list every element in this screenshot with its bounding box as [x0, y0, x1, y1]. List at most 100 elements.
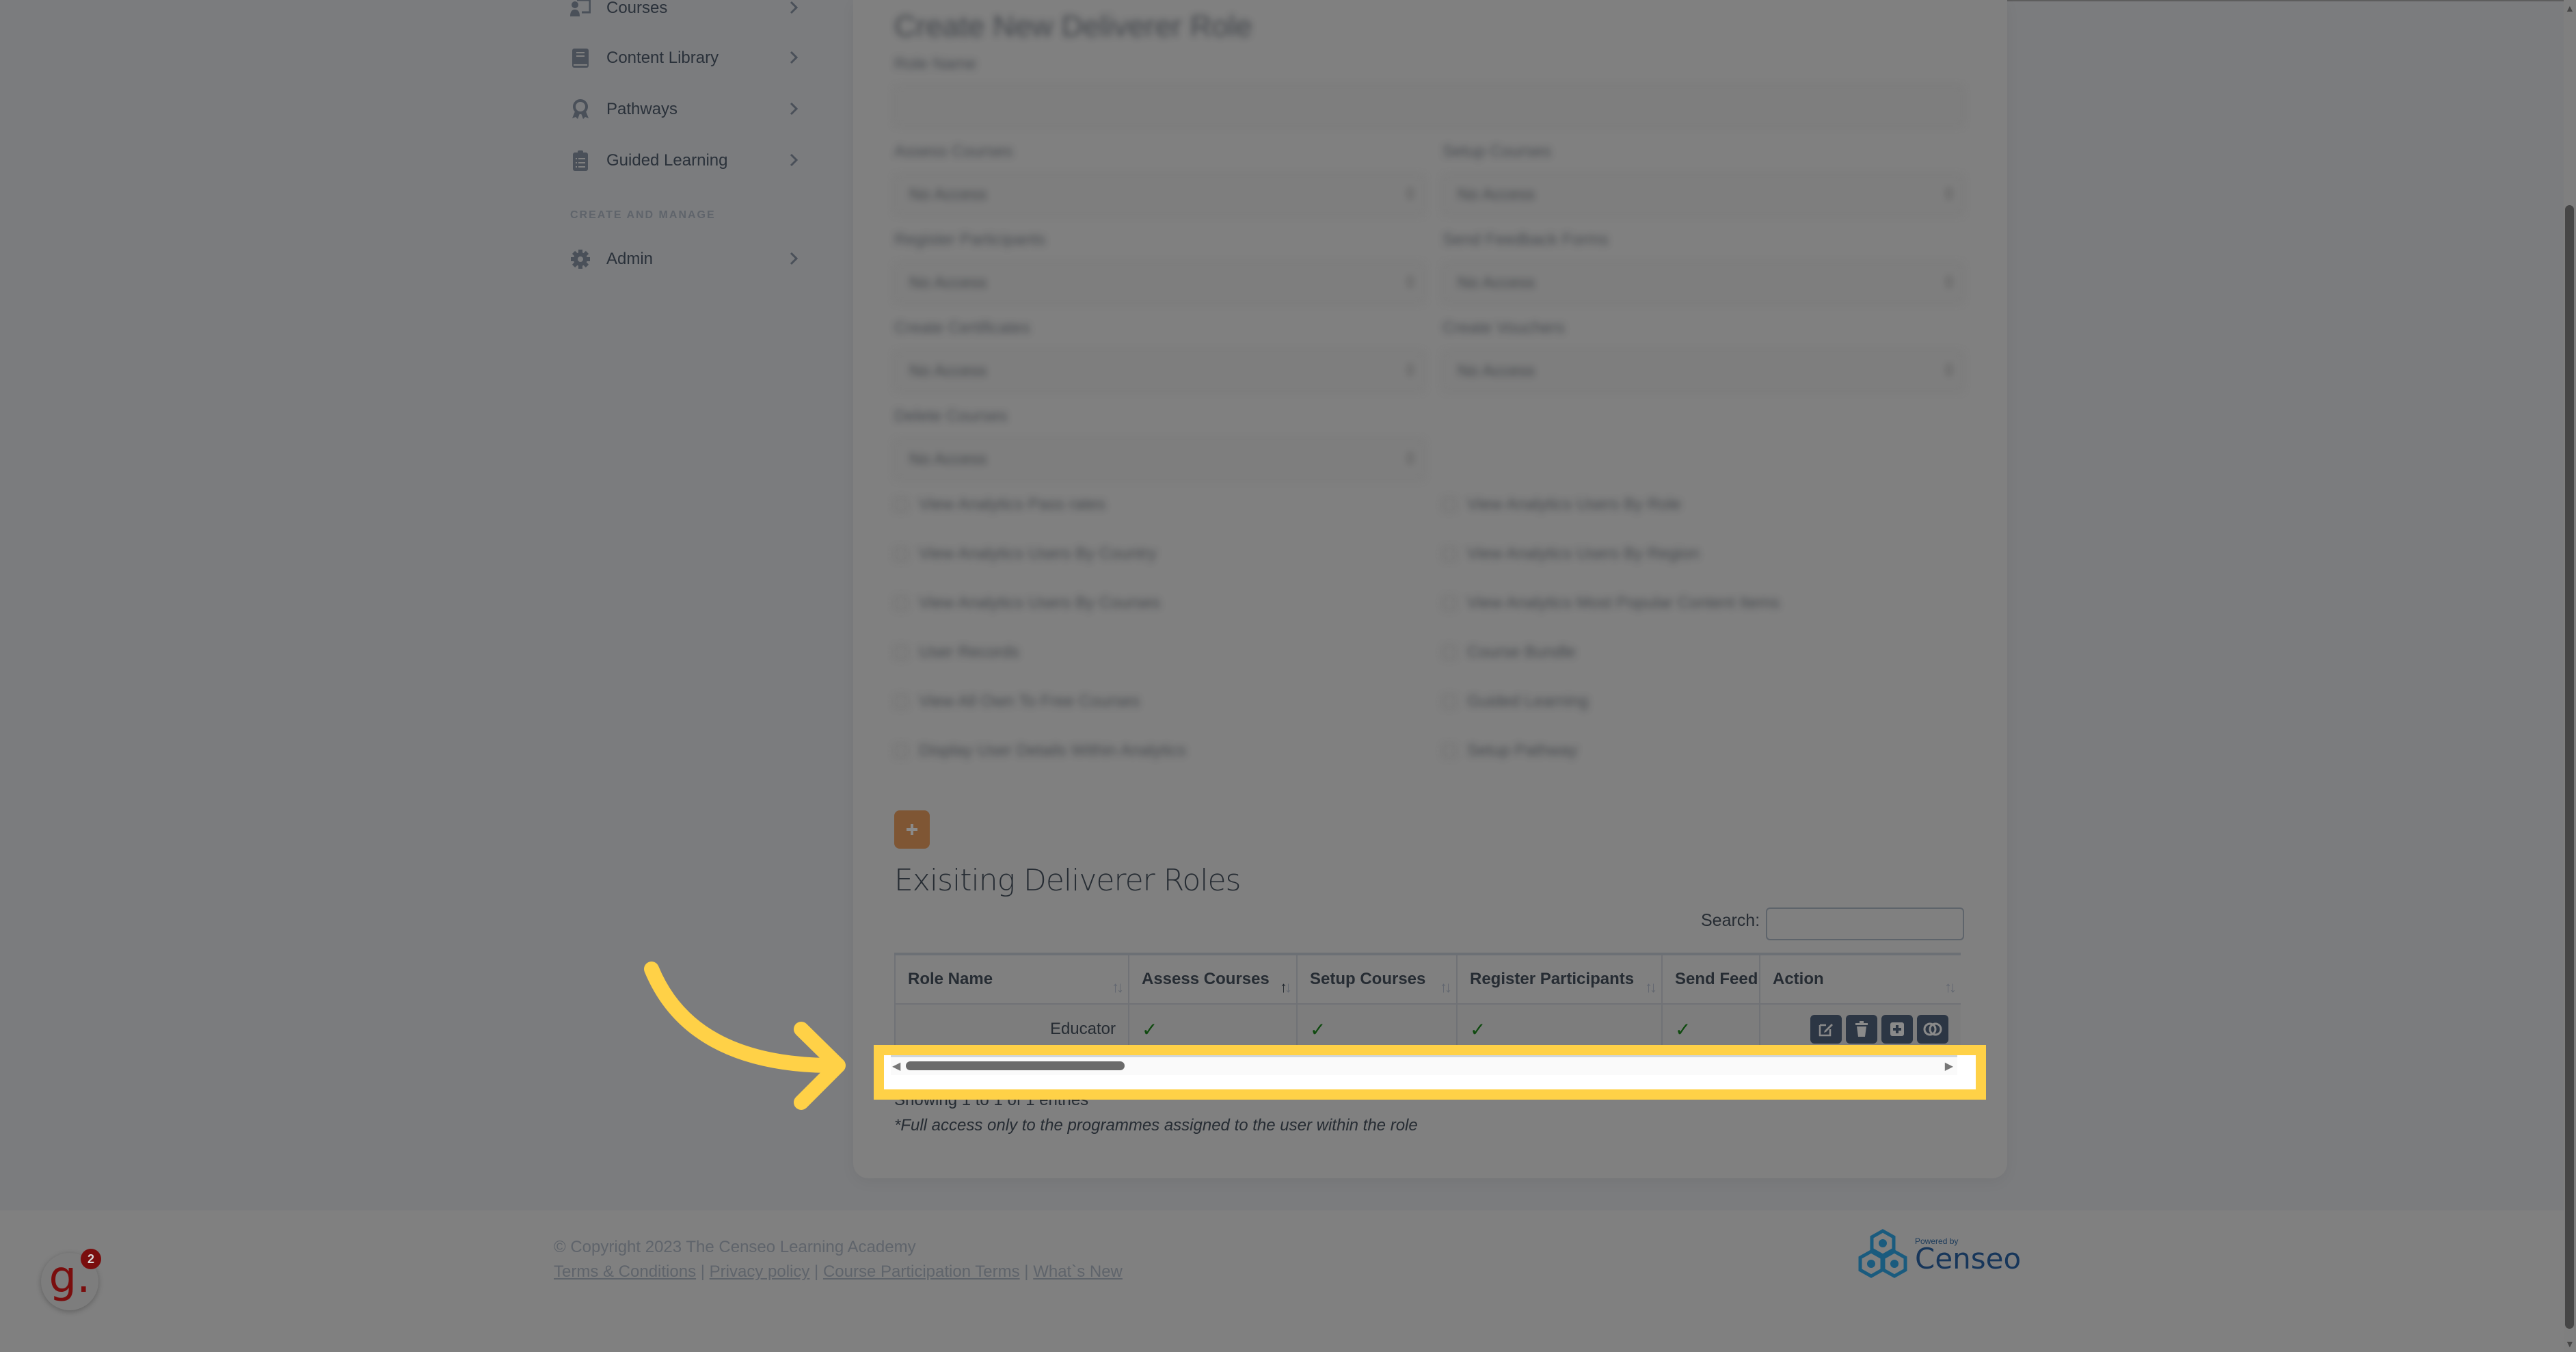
checkbox[interactable] [894, 744, 908, 758]
checkbox-item[interactable]: View All Own To Free Courses [894, 692, 1140, 711]
terms-link[interactable]: Terms & Conditions [554, 1262, 696, 1281]
page-vertical-scrollbar[interactable]: ▲ ▼ [2564, 0, 2576, 1352]
sidebar-item-label: Content Library [606, 49, 719, 67]
checkbox-item[interactable]: View Analytics Users By Role [1443, 495, 1681, 514]
scroll-down-arrow-icon[interactable]: ▼ [2565, 1338, 2575, 1349]
scroll-left-arrow-icon[interactable]: ◀ [892, 1059, 900, 1073]
annotation-arrow-icon [644, 962, 846, 1110]
delete-courses-select[interactable]: No Access ⇕ [894, 439, 1425, 480]
section-label-create-manage: CREATE AND MANAGE [570, 209, 716, 221]
plus-icon [907, 824, 917, 835]
checkbox-item[interactable]: View Analytics Users By Region [1443, 544, 1700, 564]
column-header-assess-courses[interactable]: Assess Courses ↑↓ [1128, 953, 1298, 1005]
help-widget-button[interactable]: g. 2 [41, 1249, 101, 1310]
checkbox[interactable] [894, 695, 908, 708]
toggle-role-button[interactable] [1917, 1015, 1948, 1044]
checkbox-item[interactable]: View Analytics Most Popular Content Item… [1443, 594, 1780, 613]
scrollbar-thumb[interactable] [2565, 205, 2574, 1329]
create-certificates-select[interactable]: No Access ⇕ [894, 351, 1425, 392]
sort-icon: ↑↓ [1944, 979, 1957, 996]
add-role-button[interactable] [894, 810, 930, 849]
column-header-action[interactable]: Action ↑↓ [1759, 953, 1961, 1005]
column-header-role-name[interactable]: Role Name ↑↓ [894, 953, 1129, 1005]
whats-new-link[interactable]: What`s New [1033, 1262, 1123, 1281]
sort-icon: ↑↓ [1645, 979, 1657, 996]
chevron-right-icon [790, 252, 799, 265]
table-horizontal-scrollbar[interactable]: ◀ ▶ [891, 1055, 1957, 1075]
column-header-register-participants[interactable]: Register Participants ↑↓ [1456, 953, 1663, 1005]
sidebar-item-admin[interactable]: Admin [569, 239, 812, 280]
checkbox[interactable] [894, 498, 908, 512]
checkbox[interactable] [1443, 744, 1456, 758]
checkbox-item[interactable]: View Analytics Users By Courses [894, 594, 1160, 613]
send-feedback-select[interactable]: No Access ⇕ [1443, 263, 1963, 304]
check-icon: ✓ [1310, 1018, 1326, 1040]
setup-courses-select[interactable]: No Access ⇕ [1443, 174, 1963, 215]
role-name-label: Role Name [894, 55, 977, 73]
plus-square-icon [1890, 1022, 1904, 1036]
checkbox-item[interactable]: User Records [894, 643, 1019, 662]
checkbox[interactable] [1443, 695, 1456, 708]
checkbox[interactable] [1443, 646, 1456, 659]
sidebar-item-content-library[interactable]: Content Library [569, 38, 812, 79]
edit-role-button[interactable] [1810, 1015, 1842, 1044]
role-name-input[interactable] [894, 85, 1963, 127]
chevron-right-icon [790, 1, 799, 14]
chalkboard-user-icon [569, 0, 591, 19]
select-arrow-icon: ⇕ [1404, 362, 1417, 379]
select-arrow-icon: ⇕ [1404, 450, 1417, 467]
select-arrow-icon: ⇕ [1942, 274, 1955, 291]
add-to-role-button[interactable] [1881, 1015, 1913, 1044]
checkbox-item[interactable]: View Analytics Pass rates [894, 495, 1105, 514]
check-icon: ✓ [1675, 1018, 1691, 1040]
edit-icon [1819, 1024, 1833, 1037]
sidebar-item-guided-learning[interactable]: Guided Learning [569, 140, 812, 181]
checkbox[interactable] [1443, 498, 1456, 512]
assess-courses-select[interactable]: No Access ⇕ [894, 174, 1425, 215]
column-header-send-feedback[interactable]: Send Feedl [1661, 953, 1760, 1005]
roles-table: Role Name ↑↓ Assess Courses ↑↓ Setup Cours… [894, 953, 1961, 1052]
checkbox-item[interactable]: Display User Details Within Analytics [894, 741, 1186, 760]
checkbox[interactable] [894, 596, 908, 610]
checkbox[interactable] [1443, 596, 1456, 610]
roles-table-wrapper: Role Name ↑↓ Assess Courses ↑↓ Setup Cours… [894, 953, 1961, 1052]
select-arrow-icon: ⇕ [1404, 185, 1417, 202]
chevron-right-icon [790, 51, 799, 64]
sort-icon: ↑↓ [1112, 979, 1124, 996]
sidebar-item-label: Courses [606, 0, 668, 17]
checkbox[interactable] [894, 646, 908, 659]
chevron-right-icon [790, 102, 799, 116]
register-participants-select[interactable]: No Access ⇕ [894, 263, 1425, 304]
select-label: Setup Courses [1443, 142, 1551, 161]
search-input[interactable] [1766, 907, 1964, 940]
select-label: Create Vouchers [1443, 319, 1565, 337]
gear-icon [569, 248, 591, 270]
footer-links: Terms & Conditions | Privacy policy | Co… [554, 1262, 1123, 1281]
checkbox-item[interactable]: Setup Pathway [1443, 741, 1577, 760]
toggle-icon [1923, 1022, 1942, 1036]
scroll-up-arrow-icon[interactable]: ▲ [2565, 3, 2575, 14]
checkbox-item[interactable]: View Analytics Users By Country [894, 544, 1157, 564]
sidebar-item-pathways[interactable]: Pathways [569, 89, 812, 130]
existing-roles-title: Exisiting Deliverer Roles [894, 863, 1241, 898]
main-card: Create New Deliverer Role Role Name Asse… [853, 0, 2007, 1178]
participation-terms-link[interactable]: Course Participation Terms [823, 1262, 1020, 1281]
checkbox-item[interactable]: Guided Learning [1443, 692, 1588, 711]
sidebar-item-label: Admin [606, 250, 654, 268]
checkbox[interactable] [894, 547, 908, 561]
column-header-setup-courses[interactable]: Setup Courses ↑↓ [1296, 953, 1458, 1005]
scrollbar-thumb[interactable] [906, 1061, 1125, 1070]
sidebar-item-courses[interactable]: Courses [569, 0, 812, 29]
sort-icon: ↑↓ [1440, 979, 1452, 996]
access-note: *Full access only to the programmes assi… [894, 1116, 1418, 1135]
create-vouchers-select[interactable]: No Access ⇕ [1443, 351, 1963, 392]
sidebar-item-label: Guided Learning [606, 151, 728, 170]
scroll-right-arrow-icon[interactable]: ▶ [1945, 1059, 1953, 1073]
select-label: Create Certificates [894, 319, 1030, 337]
checkbox-item[interactable]: Course Bundle [1443, 643, 1576, 662]
sidebar-item-label: Pathways [606, 100, 678, 118]
delete-role-button[interactable] [1846, 1015, 1877, 1044]
brand-name: Censeo [1915, 1242, 2022, 1275]
checkbox[interactable] [1443, 547, 1456, 561]
privacy-link[interactable]: Privacy policy [710, 1262, 810, 1281]
